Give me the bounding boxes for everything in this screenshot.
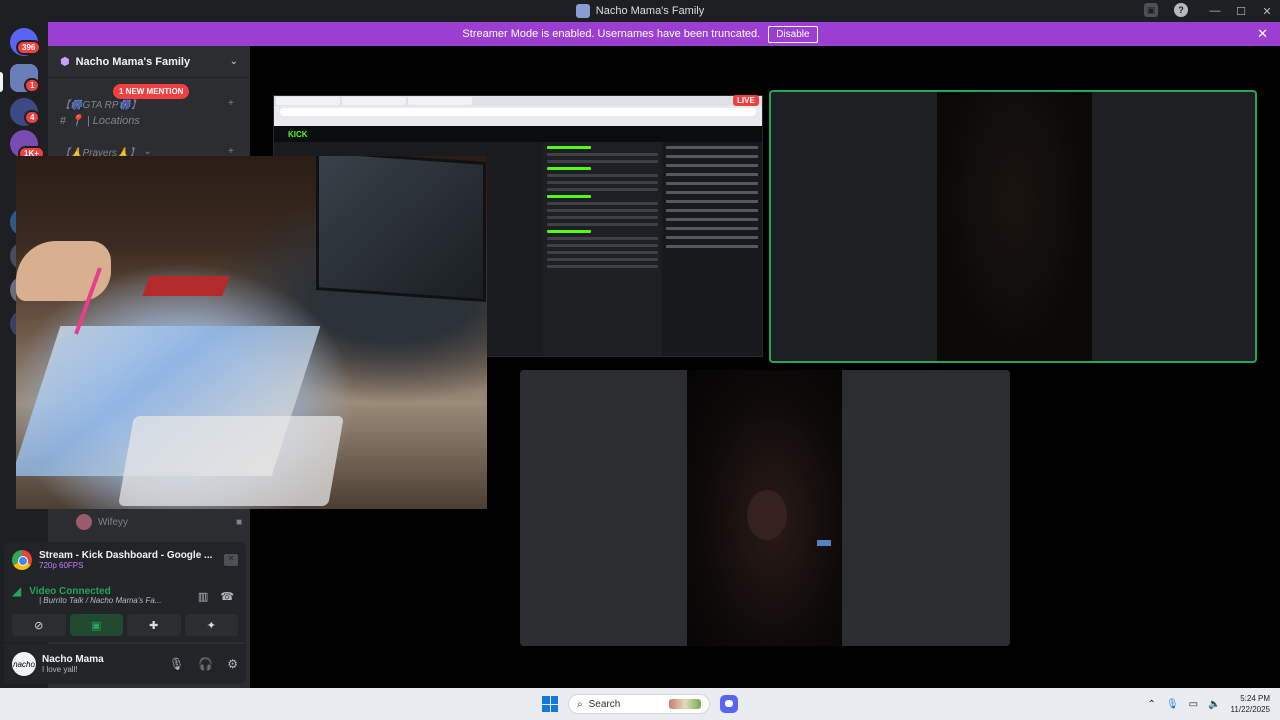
browser-chrome [274, 96, 762, 126]
maximize-button[interactable]: ☐ [1228, 0, 1254, 22]
user-name[interactable]: Nacho Mama [42, 654, 104, 665]
signal-icon[interactable]: ◢ [12, 584, 21, 598]
server-badge-icon: ⬢ [60, 56, 70, 68]
server-name: Nacho Mama's Family [75, 55, 191, 68]
microphone-icon[interactable]: 🎙 [1166, 699, 1179, 710]
participant-video-tile[interactable] [520, 370, 1010, 646]
windows-taskbar: ⌕ Search ⌃ 🎙 ▭ 🔈 5:24 PM 11/22/2025 [0, 688, 1280, 720]
gear-icon[interactable]: ⚙ [227, 657, 238, 671]
disable-streamer-mode-button[interactable]: Disable [768, 25, 818, 43]
plastic-tray [118, 416, 344, 506]
monitor-image [316, 156, 486, 302]
clock-date: 11/22/2025 [1230, 705, 1270, 714]
kick-stream-info-panel [662, 142, 762, 356]
clock[interactable]: 5:24 PM 11/22/2025 [1231, 693, 1270, 715]
participant-face [747, 490, 787, 540]
chevron-up-icon[interactable]: ⌃ [1148, 699, 1156, 710]
noise-suppression-icon[interactable]: ▥ [198, 590, 208, 603]
user-panel: nacho Nacho Mama I love yall! 🎙 🎧 ⚙ [4, 644, 246, 684]
server-header[interactable]: ⬢ Nacho Mama's Family ⌄ [48, 46, 250, 78]
taskbar-search[interactable]: ⌕ Search [568, 694, 710, 714]
search-placeholder: Search [588, 698, 621, 710]
disconnect-icon[interactable]: ☎ [220, 590, 234, 603]
banner-message: Streamer Mode is enabled. Usernames have… [462, 28, 761, 40]
inbox-icon[interactable]: ▣ [1144, 3, 1158, 17]
server-badge: 4 [24, 110, 41, 125]
active-server-pill [0, 72, 3, 92]
window-title: Nacho Mama's Family [595, 5, 705, 17]
channel-locations[interactable]: # 📍 | Locations [60, 114, 140, 128]
hash-icon: # [60, 114, 67, 127]
server-icon [575, 4, 590, 18]
live-badge: LIVE [733, 95, 759, 106]
avatar [76, 514, 92, 530]
activities-button[interactable]: ✚ [127, 614, 181, 636]
streamer-mode-banner: Streamer Mode is enabled. Usernames have… [0, 22, 1280, 46]
stream-title: Stream - Kick Dashboard - Google ... [39, 550, 213, 561]
screen-share-button[interactable]: ▣ [69, 614, 123, 636]
participant-video-tile-speaking[interactable] [769, 90, 1257, 363]
stream-quality: 720p 60FPS [39, 561, 84, 570]
microphone-icon[interactable]: 🎙 [169, 657, 184, 671]
close-icon[interactable]: ✕ [1257, 26, 1268, 42]
avatar[interactable]: nacho [12, 652, 36, 676]
camera-off-button[interactable]: ⊘ [12, 614, 66, 636]
chevron-down-icon: ⌄ [229, 56, 238, 67]
voice-controls: ⊘ ▣ ✚ ✦ [12, 614, 238, 636]
camera-icon: ■ [235, 516, 242, 528]
voice-user-name: Wifeyy [98, 516, 128, 528]
close-window-button[interactable]: ✕ [1254, 0, 1280, 22]
red-tray [142, 276, 230, 296]
help-icon[interactable]: ? [1174, 3, 1188, 17]
add-channel-icon[interactable]: + [228, 98, 234, 109]
chrome-icon [12, 550, 32, 570]
kick-chat-panel [542, 142, 663, 356]
voice-user-wifeyy[interactable]: Wifeyy ■ [76, 514, 242, 530]
dm-badge: 396 [16, 40, 42, 55]
windows-start-icon[interactable] [542, 696, 558, 712]
soundboard-button[interactable]: ✦ [184, 614, 238, 636]
participant-video [687, 370, 842, 646]
rtc-status[interactable]: Video Connected [29, 586, 111, 597]
search-icon: ⌕ [577, 698, 583, 710]
user-status: I love yall! [42, 665, 78, 674]
clock-time: 5:24 PM [1240, 694, 1270, 703]
system-tray: ⌃ 🎙 ▭ 🔈 5:24 PM 11/22/2025 [1148, 693, 1270, 715]
stop-streaming-icon[interactable]: ✕ [224, 554, 238, 566]
camera-feed-craft-table[interactable] [16, 156, 487, 509]
minimize-button[interactable]: — [1202, 0, 1228, 22]
server-badge: 1 [24, 78, 41, 93]
discord-taskbar-icon[interactable] [720, 695, 738, 713]
window-titlebar: Nacho Mama's Family ▣ ? — ☐ ✕ [0, 0, 1280, 22]
volume-icon[interactable]: 🔈 [1208, 699, 1220, 710]
stream-panel: Stream - Kick Dashboard - Google ... 720… [4, 542, 246, 578]
network-icon[interactable]: ▭ [1189, 699, 1198, 710]
headphones-icon[interactable]: 🎧 [198, 657, 213, 671]
search-highlight-image [669, 699, 701, 709]
participant-video [937, 92, 1092, 361]
category-gta-rp[interactable]: 【🎆GTA RP🎆】 + [60, 96, 234, 111]
phone-glow [817, 540, 831, 546]
category-label: 【🎆GTA RP🎆】 [60, 100, 142, 111]
channel-label: 📍 | Locations [70, 115, 140, 127]
kick-logo: KICK [274, 126, 762, 142]
